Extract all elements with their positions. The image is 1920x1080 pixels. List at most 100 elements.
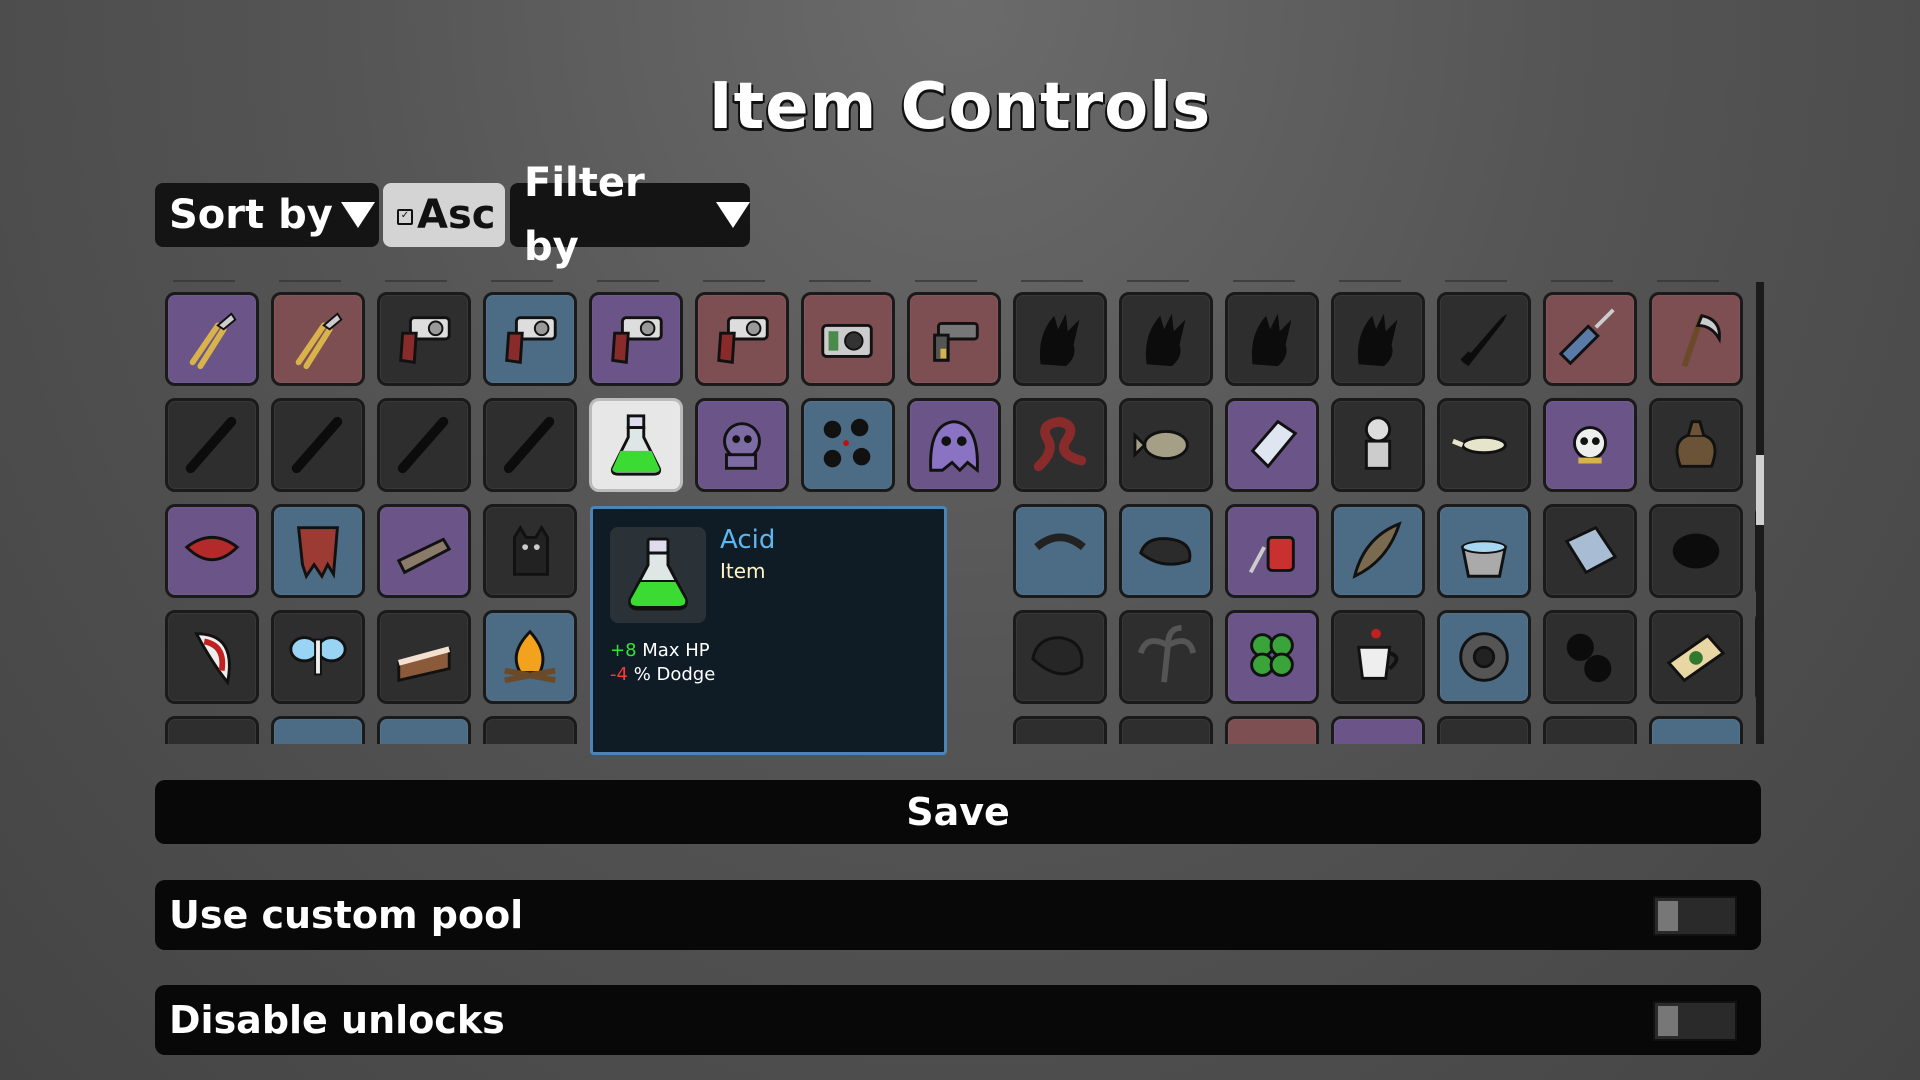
fish-icon [1133,429,1189,461]
item-slot[interactable] [695,292,789,386]
item-slot[interactable] [165,716,259,744]
item-slot[interactable] [1013,292,1107,386]
item-slot[interactable] [1013,610,1107,704]
disable-unlocks-row[interactable]: Disable unlocks [155,985,1761,1055]
item-slot[interactable] [1649,716,1743,744]
ascending-toggle[interactable]: ✓ Asc [383,183,505,247]
stat-label: Max HP [642,640,710,661]
item-slot[interactable] [589,292,683,386]
item-slot[interactable] [1331,716,1425,744]
item-tooltip: Acid Item +8 Max HP -4 % Dodge [590,506,947,755]
item-slot[interactable] [695,398,789,492]
item-slot[interactable] [1543,504,1637,598]
item-slot[interactable] [1119,292,1213,386]
locked-blob-silhouette-icon [1672,533,1720,569]
tooltip-stat-dodge: -4 % Dodge [610,664,715,685]
item-slot[interactable] [377,716,471,744]
item-slot[interactable] [483,398,577,492]
cow-skull-icon [1573,426,1607,464]
item-slot[interactable] [377,292,471,386]
item-slot[interactable] [1331,292,1425,386]
stat-value: +8 [610,640,637,661]
item-slot[interactable] [1649,504,1743,598]
filter-by-dropdown[interactable]: Filter by [510,160,750,270]
item-slot[interactable] [1649,292,1743,386]
item-slot[interactable] [377,398,471,492]
save-button[interactable]: Save [155,780,1761,844]
item-slot[interactable] [1013,504,1107,598]
item-slot[interactable] [271,716,365,744]
item-slot[interactable] [165,610,259,704]
stat-label: % Dodge [633,664,716,685]
item-slot[interactable] [1013,716,1107,744]
item-grid[interactable] [155,282,1761,744]
item-slot[interactable] [483,610,577,704]
item-slot[interactable] [165,292,259,386]
item-slot[interactable] [165,398,259,492]
item-slot[interactable] [1437,292,1531,386]
robot-skull-icon [723,422,761,470]
acid-flask-icon [610,414,662,476]
palm-tree-icon [1137,624,1197,683]
bandana-icon [184,535,240,562]
item-slot[interactable] [1119,610,1213,704]
stone-icon [1139,537,1192,566]
item-slot[interactable] [483,504,577,598]
item-slot[interactable] [801,292,895,386]
locked-pair-silhouette-icon [1566,633,1612,683]
item-slot[interactable] [1543,610,1637,704]
item-slot[interactable] [1649,610,1743,704]
item-slot[interactable] [1331,504,1425,598]
item-slot[interactable] [271,610,365,704]
item-slot[interactable] [801,398,895,492]
item-slot[interactable] [377,610,471,704]
item-slot[interactable] [483,716,577,744]
item-slot[interactable] [271,504,365,598]
item-slot[interactable] [271,398,365,492]
item-slot[interactable] [1437,716,1531,744]
book-icon [1564,525,1618,575]
item-slot[interactable] [271,292,365,386]
item-slot[interactable] [1437,398,1531,492]
item-slot[interactable] [1543,716,1637,744]
item-slot[interactable] [1331,610,1425,704]
locked-stick-silhouette-icon [185,416,237,474]
revolver-icon [611,316,663,364]
item-slot[interactable] [1543,292,1637,386]
rock-icon [1031,636,1084,676]
disable-unlocks-toggle[interactable] [1653,1001,1737,1041]
item-slot[interactable] [1119,398,1213,492]
item-slot[interactable] [1225,292,1319,386]
item-slot[interactable] [1437,504,1531,598]
cat-icon [513,524,549,576]
item-slot[interactable] [1543,398,1637,492]
item-slot[interactable] [1225,610,1319,704]
item-slot[interactable] [1225,504,1319,598]
camera-gun-icon [821,323,873,358]
item-slot[interactable] [1225,398,1319,492]
item-slot[interactable] [1225,716,1319,744]
item-slot[interactable] [1119,716,1213,744]
item-slot[interactable] [483,292,577,386]
checkbox-icon: ✓ [397,209,413,225]
asc-label: Asc [417,192,496,238]
item-slot[interactable] [589,398,683,492]
scrollbar-thumb[interactable] [1756,455,1764,525]
page-title: Item Controls [708,70,1212,144]
worm-icon [1033,416,1087,472]
use-custom-pool-toggle[interactable] [1653,896,1737,936]
item-slot[interactable] [1119,504,1213,598]
item-slot[interactable] [907,398,1001,492]
banknote-icon [1666,633,1726,683]
item-slot[interactable] [377,504,471,598]
item-slot[interactable] [1331,398,1425,492]
chevron-down-icon [340,202,375,228]
use-custom-pool-row[interactable]: Use custom pool [155,880,1761,950]
item-slot[interactable] [165,504,259,598]
item-slot[interactable] [907,292,1001,386]
item-slot[interactable] [1437,610,1531,704]
item-slot[interactable] [1013,398,1107,492]
item-slot[interactable] [1649,398,1743,492]
locked-stick-silhouette-icon [503,416,555,474]
sort-by-dropdown[interactable]: Sort by [155,183,379,247]
